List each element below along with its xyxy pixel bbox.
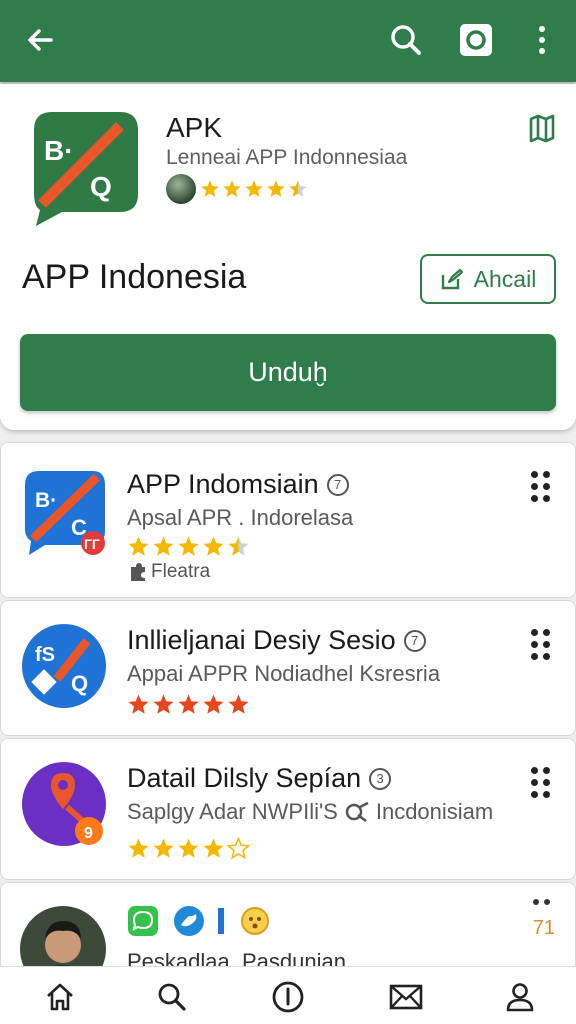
app-icon: fS Q: [22, 624, 106, 708]
list-item[interactable]: B· C ГГ APP Indomsiain 7 Apsal APR . Ind…: [0, 442, 576, 598]
home-icon[interactable]: [38, 977, 82, 1017]
info-icon[interactable]: [266, 977, 310, 1017]
more-vertical-icon[interactable]: [518, 16, 566, 64]
app-bar: [0, 0, 576, 82]
info-icon: 7: [403, 629, 426, 652]
app-logo-icon: B· Q: [34, 112, 138, 226]
profile-icon[interactable]: [498, 977, 542, 1017]
tools-icon: [345, 801, 369, 822]
star-icon: [128, 536, 149, 556]
star-icon: [267, 180, 285, 197]
svg-text:fS: fS: [35, 644, 55, 666]
item-title-text: Datail Dilsly Sepían: [127, 763, 362, 793]
svg-text:ГГ: ГГ: [84, 536, 100, 552]
item-count: 71: [532, 917, 555, 939]
download-button[interactable]: Unduḫ: [20, 334, 556, 411]
star-icon: [203, 838, 224, 858]
rating-stars: [127, 837, 252, 860]
app-icon: B· C ГГ: [25, 471, 105, 555]
svg-text:B·: B·: [35, 489, 57, 512]
puzzle-icon: [131, 563, 145, 581]
page-title: APP Indonesia: [22, 258, 247, 296]
star-icon: [128, 694, 149, 714]
star-icon: [178, 694, 199, 714]
star-icon: [223, 180, 241, 197]
item-title-text: Inllieljanai Desiy Sesio: [127, 625, 396, 655]
more-options-icon[interactable]: [531, 767, 555, 798]
star-icon: [228, 536, 249, 556]
item-subtitle-text-2: Incdonisiam: [375, 799, 494, 824]
item-feature: Fleatra: [127, 561, 210, 583]
download-button-label: Unduḫ: [248, 357, 328, 387]
info-icon: 7: [326, 473, 349, 496]
more-options-icon[interactable]: [531, 897, 553, 916]
star-icon: [153, 536, 174, 556]
star-icon: [178, 536, 199, 556]
star-icon: [203, 536, 224, 556]
list-item[interactable]: fS Q Inllieljanai Desiy Sesio 7 Appai AP…: [0, 600, 576, 736]
app-hero-card: B· Q APK Lenneai APP Indonnesiaa APP Ind…: [0, 84, 576, 430]
item-title-text: APP Indomsiain: [127, 469, 319, 499]
item-subtitle-text: Saplgy Adar NWPIli'S: [127, 799, 338, 824]
app-publisher: Lenneai APP Indonnesiaa: [166, 146, 408, 169]
emoji-icon: [241, 907, 269, 935]
secondary-action-button[interactable]: Ahcail: [420, 254, 556, 304]
item-title: APP Indomsiain 7: [127, 469, 349, 500]
secondary-action-label: Ahcail: [473, 265, 537, 292]
star-icon: [203, 694, 224, 714]
app-name: APK: [166, 112, 223, 143]
svg-text:Q: Q: [90, 171, 112, 202]
item-feature-label: Fleatra: [151, 561, 211, 582]
back-arrow-icon[interactable]: [16, 16, 64, 64]
rating-stars: [127, 693, 252, 716]
svg-text:9: 9: [84, 825, 93, 842]
camera-square-icon[interactable]: [452, 16, 500, 64]
edit-icon: [441, 268, 463, 290]
search-icon[interactable]: [382, 16, 430, 64]
item-subtitle: Saplgy Adar NWPIli'S Incdonisiam: [127, 799, 493, 825]
more-options-icon[interactable]: [531, 471, 555, 502]
item-title: Inllieljanai Desiy Sesio 7: [127, 625, 426, 656]
star-icon: [228, 694, 249, 714]
svg-text:Q: Q: [71, 671, 88, 696]
item-subtitle: Appai APPR Nodiadhel Ksresria: [127, 661, 441, 686]
rating-stars: [200, 179, 310, 199]
star-icon: [128, 838, 149, 858]
avatar: [166, 174, 196, 204]
star-icon: [153, 694, 174, 714]
app-icon: 9: [22, 762, 106, 846]
twitter-icon: [174, 906, 204, 936]
social-icons: [127, 905, 271, 937]
info-icon: 3: [369, 767, 392, 790]
whatsapp-icon: [128, 906, 158, 936]
item-title: Datail Dilsly Sepían 3: [127, 763, 392, 794]
star-icon: [227, 837, 250, 860]
star-icon: [178, 838, 199, 858]
star-icon: [289, 180, 307, 197]
rating-stars: [127, 535, 252, 558]
svg-text:B·: B·: [44, 135, 74, 166]
list-item[interactable]: 9 Datail Dilsly Sepían 3 Saplgy Adar NWP…: [0, 738, 576, 880]
more-options-icon[interactable]: [531, 629, 555, 660]
star-icon: [153, 838, 174, 858]
star-icon: [201, 180, 219, 197]
mail-icon[interactable]: [384, 977, 428, 1017]
star-icon: [245, 180, 263, 197]
divider-icon: [218, 908, 224, 934]
search-icon[interactable]: [150, 977, 194, 1017]
bottom-navigation: [0, 966, 576, 1024]
bookmark-icon[interactable]: [522, 108, 562, 148]
item-subtitle: Apsal APR . Indorelasa: [127, 505, 354, 530]
app-rating: [166, 174, 310, 204]
